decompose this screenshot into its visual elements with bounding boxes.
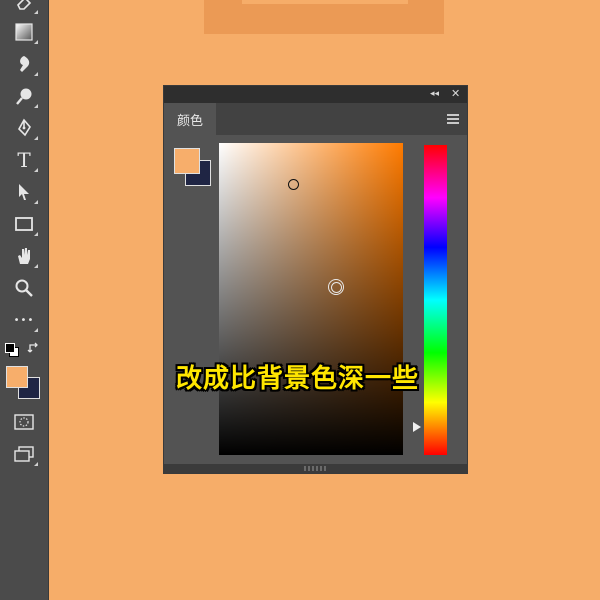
zoom-icon[interactable] [10,274,38,302]
swap-colors-icon[interactable] [27,341,41,355]
resize-grip-icon[interactable] [304,466,328,471]
default-colors-icon[interactable] [5,343,19,357]
rectangle-icon[interactable] [10,210,38,238]
dodge-icon[interactable] [10,82,38,110]
picker-value-layer [219,143,403,455]
pen-icon[interactable] [10,114,38,142]
current-color-marker[interactable] [288,179,299,190]
type-icon[interactable]: T [10,146,38,174]
eraser-icon[interactable] [10,0,38,16]
artwork-shape-inner [242,0,408,4]
panel-titlebar[interactable]: ◂◂ ✕ [164,86,467,103]
panel-menu-icon[interactable] [447,114,459,124]
subtitle-caption: 改成比背景色深一些 [176,364,420,394]
screen-mode-icon[interactable] [10,440,38,468]
blur-icon[interactable] [10,50,38,78]
type-tool-label: T [17,148,31,172]
collapse-panel-icon[interactable]: ◂◂ [430,87,439,101]
gradient-icon[interactable] [10,18,38,46]
tab-color[interactable]: 颜色 [164,103,216,135]
more-tools-label: ••• [13,314,35,326]
quick-mask-icon[interactable] [10,408,38,436]
panel-foreground-swatch[interactable] [174,148,200,174]
more-tools-icon[interactable]: ••• [10,306,38,334]
close-panel-icon[interactable]: ✕ [451,87,460,101]
artwork-shape [204,0,444,34]
tools-panel: T ••• [0,0,49,600]
hue-slider[interactable] [424,145,447,455]
path-selection-icon[interactable] [10,178,38,206]
panel-tabbar: 颜色 [164,103,467,135]
picker-cursor[interactable] [328,279,344,295]
hand-icon[interactable] [10,242,38,270]
color-panel: ◂◂ ✕ 颜色 [163,85,468,474]
panel-resize-bar[interactable] [164,464,467,473]
color-picker-field[interactable] [219,143,403,455]
hue-slider-marker[interactable] [413,422,421,433]
